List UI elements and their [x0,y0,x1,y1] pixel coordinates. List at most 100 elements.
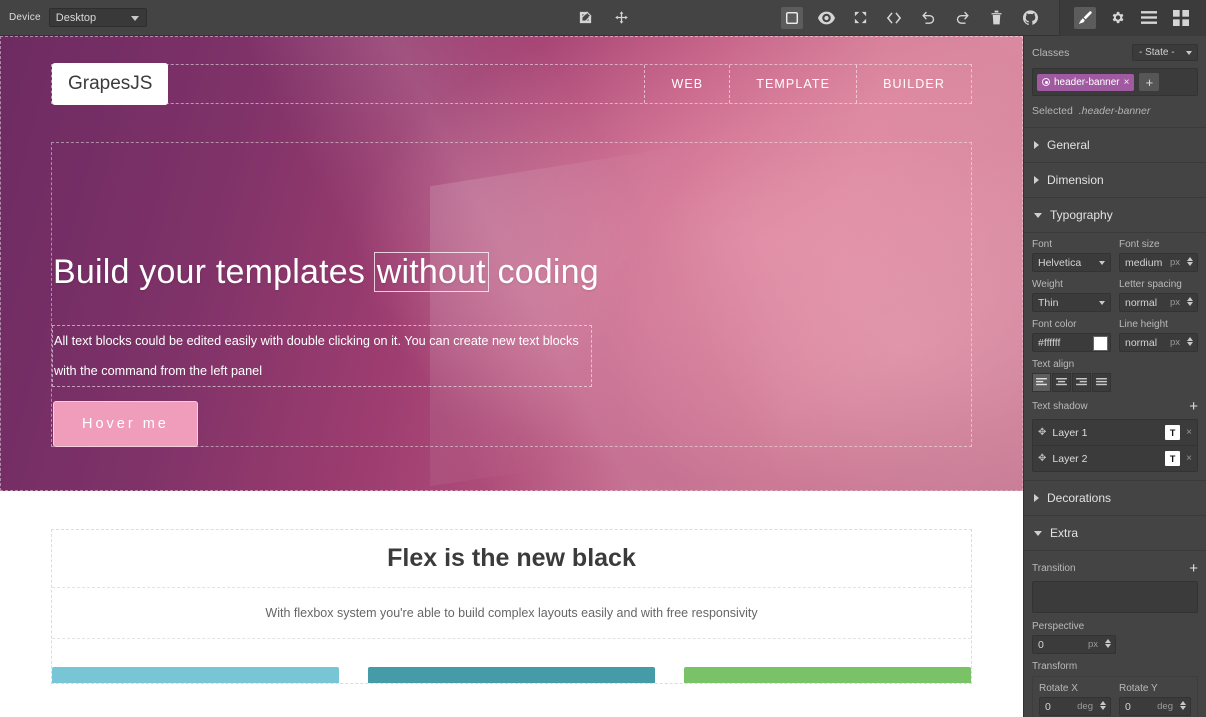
style-manager-panel: Classes - State - header-banner × + Sele… [1023,36,1206,717]
perspective-value: 0 [1038,639,1044,651]
section-typography[interactable]: Typography [1024,198,1206,233]
stepper-icon[interactable] [1187,257,1193,266]
chevron-right-icon [1034,141,1039,149]
perspective-unit[interactable]: px [1088,639,1098,650]
extra-fields: Transition + Perspective 0 px Transform … [1024,551,1206,717]
font-color-value: #ffffff [1038,337,1060,349]
font-size-input[interactable]: medium px [1119,253,1198,272]
checkbox-icon[interactable] [1042,78,1050,86]
flex-section-subtitle[interactable]: With flexbox system you're able to build… [52,588,971,639]
add-text-shadow-layer-button[interactable]: + [1189,399,1198,414]
chevron-down-icon [1186,51,1192,55]
chevron-down-icon [1034,213,1042,218]
move-icon[interactable] [610,7,632,29]
card-2-header[interactable] [368,667,655,683]
weight-label: Weight [1032,279,1111,290]
line-height-unit[interactable]: px [1170,337,1180,348]
card-1-header[interactable] [52,667,339,683]
card-1[interactable] [52,667,339,683]
rotate-x-label: Rotate X [1039,683,1111,694]
close-icon[interactable]: × [1186,427,1192,438]
class-tag-header-banner[interactable]: header-banner × [1037,74,1134,91]
hover-me-button[interactable]: Hover me [53,401,198,447]
color-swatch[interactable] [1093,336,1108,351]
section-general[interactable]: General [1024,128,1206,163]
close-icon[interactable]: × [1124,77,1130,88]
flex-section[interactable]: Flex is the new black With flexbox syste… [0,491,1023,717]
align-justify-icon[interactable] [1092,373,1111,392]
hero-heading[interactable]: Build your templates without coding [53,253,599,292]
rotate-y-unit[interactable]: deg [1157,701,1173,712]
class-tags: header-banner × + [1032,68,1198,96]
logo[interactable]: GrapesJS [52,63,168,105]
add-transition-layer-button[interactable]: + [1189,561,1198,576]
font-label: Font [1032,239,1111,250]
font-value: Helvetica [1038,257,1081,269]
align-right-icon[interactable] [1072,373,1091,392]
edit-icon[interactable] [574,7,596,29]
font-field: Font Helvetica [1032,239,1111,272]
weight-select[interactable]: Thin [1032,293,1111,312]
state-select-value: - State - [1139,47,1175,58]
header-row[interactable]: GrapesJS WEB TEMPLATE BUILDER [51,64,972,104]
selected-info: Selected .header-banner [1024,96,1206,128]
move-icon[interactable]: ✥ [1038,453,1046,464]
stepper-icon[interactable] [1180,701,1186,710]
weight-value: Thin [1038,297,1058,309]
transition-layers[interactable] [1032,581,1198,613]
rotate-y-input[interactable]: 0 deg [1119,697,1191,716]
hero-heading-selected-word[interactable]: without [375,253,488,291]
nav-item-builder[interactable]: BUILDER [856,65,971,103]
canvas-frame[interactable]: GrapesJS WEB TEMPLATE BUILDER Build your… [0,36,1023,717]
flex-section-wrapper[interactable]: Flex is the new black With flexbox syste… [51,529,972,684]
move-icon[interactable]: ✥ [1038,427,1046,438]
transition-header: Transition + [1032,561,1198,576]
text-shadow-preview: T [1165,451,1180,466]
stepper-icon[interactable] [1105,639,1111,648]
text-align-label: Text align [1032,359,1198,370]
hero-content[interactable]: Build your templates without coding All … [51,142,972,447]
chevron-down-icon [1099,301,1105,305]
font-color-input[interactable]: #ffffff [1032,333,1111,352]
font-select[interactable]: Helvetica [1032,253,1111,272]
rotate-x-input[interactable]: 0 deg [1039,697,1111,716]
add-class-button[interactable]: + [1139,73,1159,91]
stepper-icon[interactable] [1187,297,1193,306]
card-3[interactable] [684,667,971,683]
text-align-field: Text align [1032,359,1198,392]
font-size-label: Font size [1119,239,1198,250]
hero-paragraph[interactable]: All text blocks could be edited easily w… [52,325,592,387]
state-select[interactable]: - State - [1132,44,1198,61]
hero-heading-post: coding [488,253,599,291]
stepper-icon[interactable] [1187,337,1193,346]
header-banner[interactable]: GrapesJS WEB TEMPLATE BUILDER Build your… [0,36,1023,491]
class-tag-label: header-banner [1054,77,1120,88]
rotate-x-unit[interactable]: deg [1077,701,1093,712]
align-center-icon[interactable] [1052,373,1071,392]
section-dimension[interactable]: Dimension [1024,163,1206,198]
card-2[interactable] [368,667,655,683]
close-icon[interactable]: × [1186,453,1192,464]
nav-item-web[interactable]: WEB [644,65,729,103]
text-shadow-layers: ✥ Layer 1 T × ✥ Layer 2 T × [1032,419,1198,472]
line-height-input[interactable]: normal px [1119,333,1198,352]
letter-spacing-input[interactable]: normal px [1119,293,1198,312]
top-toolbar: Device Desktop [0,0,1206,36]
nav-item-template[interactable]: TEMPLATE [729,65,856,103]
text-shadow-layer-label: Layer 2 [1052,453,1087,465]
card-3-header[interactable] [684,667,971,683]
text-shadow-layer[interactable]: ✥ Layer 1 T × [1033,420,1197,446]
section-decorations[interactable]: Decorations [1024,481,1206,516]
align-left-icon[interactable] [1032,373,1051,392]
classes-label: Classes [1032,47,1069,59]
rotate-y-value: 0 [1125,701,1131,713]
flex-section-title[interactable]: Flex is the new black [52,530,971,588]
hero-heading-pre: Build your templates [53,253,375,291]
letter-spacing-unit[interactable]: px [1170,297,1180,308]
font-size-unit[interactable]: px [1170,257,1180,268]
stepper-icon[interactable] [1100,701,1106,710]
section-extra[interactable]: Extra [1024,516,1206,551]
text-shadow-preview: T [1165,425,1180,440]
text-shadow-layer[interactable]: ✥ Layer 2 T × [1033,446,1197,471]
perspective-input[interactable]: 0 px [1032,635,1116,654]
